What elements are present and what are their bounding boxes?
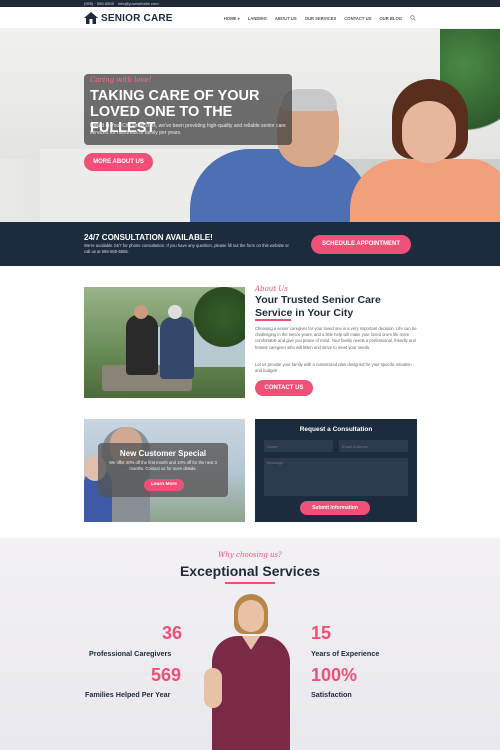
nurse-arm [204, 668, 222, 708]
nav-item-services[interactable]: OUR SERVICES [305, 16, 337, 21]
nav-item-label: HOME [223, 15, 237, 21]
stat-number: 569 [151, 665, 182, 685]
about-photo-woman-head [168, 305, 182, 319]
about-paragraph-2: Let us provide your family with a custom… [255, 362, 412, 374]
submit-information-button[interactable]: Submit Information [300, 501, 370, 515]
schedule-appointment-button[interactable]: SCHEDULE APPOINTMENT [311, 235, 411, 254]
hero-description: Based in Your City since 20xx, we've bee… [90, 123, 286, 136]
stat-label: Professional Caregivers [89, 649, 172, 658]
form-title: Request a Consultation [299, 426, 373, 433]
about-photo-man [126, 315, 158, 375]
search-icon[interactable] [410, 15, 416, 21]
nurse-face [238, 600, 264, 632]
message-field[interactable] [264, 458, 408, 496]
nav-item-blog[interactable]: OUR BLOG [379, 16, 402, 21]
stat-label: Years of Experience [311, 649, 380, 658]
more-about-us-button[interactable]: MORE ABOUT US [84, 153, 153, 171]
nav-item-home[interactable]: HOME ▾ [224, 16, 240, 21]
topbar-email: info@yourwebsite.com [118, 1, 159, 6]
stat-number: 100% [311, 665, 358, 685]
stat-label: Satisfaction [311, 690, 352, 699]
about-tagline: About Us [255, 285, 288, 293]
about-paragraph-1: Choosing a senior caregiver for your lov… [255, 326, 417, 350]
about-photo-man-head [134, 305, 148, 319]
hero-tagline: Caring with love! [90, 76, 152, 84]
site-logo[interactable]: SENIOR CARE [84, 11, 173, 25]
stat-number: 15 [311, 623, 332, 643]
about-title: Your Trusted Senior Care Service in Your… [255, 294, 381, 319]
nurse-photo [200, 592, 300, 750]
about-photo-woman [160, 317, 194, 379]
email-field[interactable] [339, 440, 408, 452]
nav-item-contact[interactable]: CONTACT US [344, 16, 371, 21]
nav-item-about[interactable]: ABOUT US [275, 16, 297, 21]
promo-text: We offer 20% off the first month and 10%… [109, 460, 217, 471]
services-title: Exceptional Services [179, 563, 321, 579]
top-info-bar: (555) · 555-5555 info@yourwebsite.com [0, 0, 500, 7]
learn-more-button[interactable]: Learn More [144, 479, 184, 491]
nav-item-landing[interactable]: LANDING [248, 16, 267, 21]
consultation-text: We're available 24/7 for phone consultat… [84, 243, 289, 254]
about-photo [84, 287, 245, 398]
name-field[interactable] [264, 440, 333, 452]
hero-woman-face [402, 101, 456, 163]
hero-woman-figure [350, 159, 500, 222]
house-logo-icon [84, 12, 98, 24]
site-header: SENIOR CARE HOME ▾ LANDING ABOUT US OUR … [0, 7, 500, 29]
main-nav: HOME ▾ LANDING ABOUT US OUR SERVICES CON… [224, 15, 416, 21]
chevron-down-icon: ▾ [237, 15, 240, 21]
services-tagline: Why choosing us? [218, 551, 282, 559]
promo-title: New Customer Special [119, 449, 207, 458]
hero-man-figure [190, 149, 370, 222]
about-divider [255, 319, 291, 321]
services-divider [225, 582, 275, 584]
topbar-phone: (555) · 555-5555 [84, 1, 114, 6]
consultation-title: 24/7 CONSULTATION AVAILABLE! [84, 233, 213, 242]
logo-text: SENIOR CARE [101, 12, 173, 24]
stat-number: 36 [162, 623, 183, 643]
nurse-uniform [212, 636, 290, 750]
about-photo-tree [194, 287, 245, 347]
stat-label: Families Helped Per Year [85, 690, 171, 699]
contact-us-button[interactable]: CONTACT US [255, 380, 313, 396]
